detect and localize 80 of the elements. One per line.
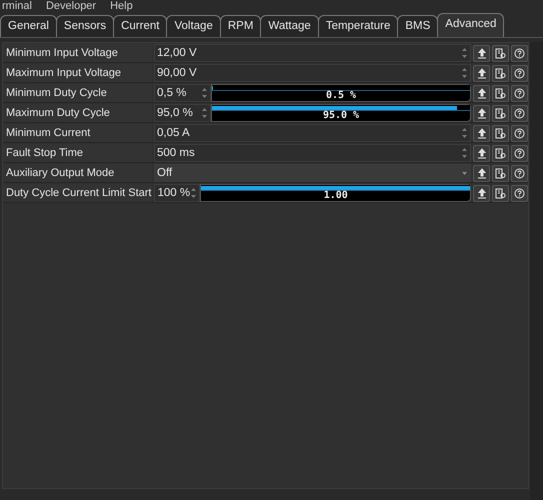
tab[interactable]: General xyxy=(0,15,57,37)
document-refresh-icon xyxy=(495,68,506,78)
tab[interactable]: Wattage xyxy=(260,15,319,37)
help-icon xyxy=(514,88,526,98)
document-refresh-icon xyxy=(495,188,506,198)
spinner-arrows-icon[interactable] xyxy=(190,186,198,200)
help-button[interactable] xyxy=(511,44,528,62)
tab[interactable]: BMS xyxy=(397,15,438,37)
help-button[interactable] xyxy=(511,84,528,102)
help-icon xyxy=(514,148,526,158)
document-refresh-icon xyxy=(495,148,506,158)
menu-item[interactable]: Developer xyxy=(46,0,96,13)
help-icon xyxy=(514,68,526,78)
document-refresh-icon xyxy=(495,88,506,98)
help-icon xyxy=(514,188,526,198)
restore-default-button[interactable] xyxy=(492,104,510,122)
spinner-arrows-icon[interactable] xyxy=(201,86,208,100)
spin-field[interactable]: 0,05 A xyxy=(154,124,472,142)
help-button[interactable] xyxy=(511,124,528,142)
upload-icon xyxy=(476,108,487,118)
document-refresh-icon xyxy=(495,48,506,58)
caret-icon xyxy=(461,170,468,176)
upload-button[interactable] xyxy=(473,84,490,102)
restore-default-button[interactable] xyxy=(492,184,510,202)
help-icon xyxy=(514,168,526,178)
spin-field[interactable]: 100 % xyxy=(154,184,200,202)
spinner-arrows-icon[interactable] xyxy=(201,106,208,120)
help-button[interactable] xyxy=(511,104,528,122)
bar-reading: 1.00 xyxy=(324,191,348,201)
upload-button[interactable] xyxy=(473,144,490,162)
menu-item[interactable]: Help xyxy=(110,0,133,13)
upload-icon xyxy=(476,168,487,178)
help-icon xyxy=(514,48,526,58)
upload-button[interactable] xyxy=(473,164,490,182)
help-button[interactable] xyxy=(511,184,528,202)
spinner-arrows-icon[interactable] xyxy=(461,126,468,140)
document-refresh-icon xyxy=(495,128,506,138)
spin-field[interactable]: 500 ms xyxy=(154,144,472,162)
help-icon xyxy=(514,108,526,118)
tab[interactable]: Current xyxy=(113,15,168,37)
restore-default-button[interactable] xyxy=(492,84,510,102)
upload-icon xyxy=(476,188,487,198)
scrollbar-track[interactable] xyxy=(530,42,543,500)
spin-field[interactable]: 0,5 % xyxy=(154,84,211,102)
tab[interactable]: Voltage xyxy=(166,15,221,37)
tab[interactable]: RPM xyxy=(220,15,262,37)
restore-default-button[interactable] xyxy=(492,144,510,162)
upload-icon xyxy=(476,48,487,58)
upload-icon xyxy=(476,68,487,78)
restore-default-button[interactable] xyxy=(492,64,510,82)
tab[interactable]: Advanced xyxy=(437,13,504,37)
spinner-arrows-icon[interactable] xyxy=(461,66,468,80)
document-refresh-icon xyxy=(495,168,506,178)
bar-reading: 0.5 % xyxy=(326,91,356,101)
help-icon xyxy=(514,128,526,138)
upload-icon xyxy=(476,128,487,138)
upload-button[interactable] xyxy=(473,184,490,202)
upload-button[interactable] xyxy=(473,104,490,122)
tab[interactable]: Temperature xyxy=(318,15,398,37)
help-button[interactable] xyxy=(511,164,528,182)
tab[interactable]: Sensors xyxy=(56,15,114,37)
help-button[interactable] xyxy=(511,144,528,162)
upload-icon xyxy=(476,88,487,98)
spin-field[interactable]: 95,0 % xyxy=(154,104,211,122)
upload-icon xyxy=(476,148,487,158)
menu-item[interactable]: rminal xyxy=(2,0,32,13)
upload-button[interactable] xyxy=(473,64,490,82)
restore-default-button[interactable] xyxy=(492,124,510,142)
help-button[interactable] xyxy=(511,64,528,82)
spin-field[interactable]: 90,00 V xyxy=(154,64,472,82)
spinner-arrows-icon[interactable] xyxy=(461,146,468,160)
spinner-arrows-icon[interactable] xyxy=(461,46,468,60)
spin-field[interactable]: 12,00 V xyxy=(154,44,472,62)
restore-default-button[interactable] xyxy=(492,44,510,62)
restore-default-button[interactable] xyxy=(492,164,510,182)
dropdown[interactable]: Off xyxy=(154,164,472,182)
upload-button[interactable] xyxy=(473,124,490,142)
upload-button[interactable] xyxy=(473,44,490,62)
bar-reading: 95.0 % xyxy=(322,111,360,121)
document-refresh-icon xyxy=(495,108,506,118)
